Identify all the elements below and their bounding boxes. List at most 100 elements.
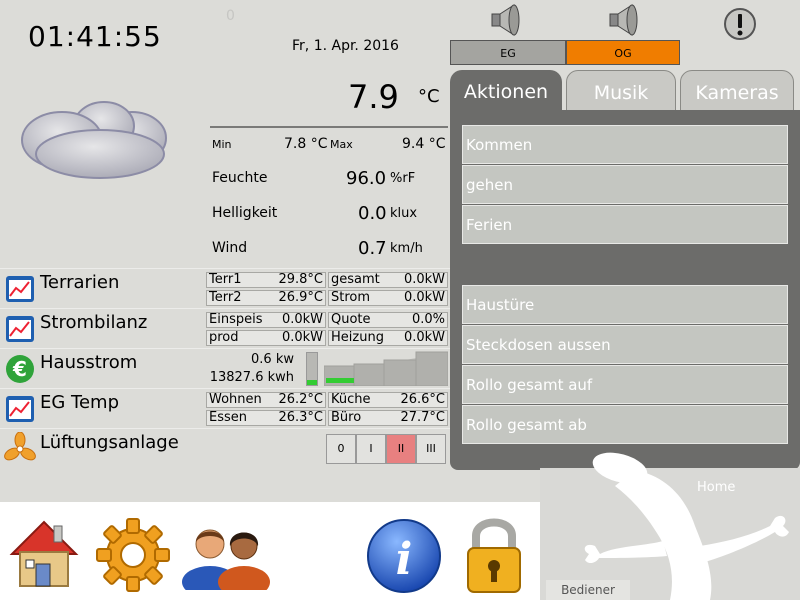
action-haustuere-button[interactable]: Haustüre [462,285,788,324]
action-steckdosen-button[interactable]: Steckdosen aussen [462,325,788,364]
terr1-cell: Terr1 29.8°C [206,272,326,288]
strom-label: Strom [331,290,371,305]
einspeis-label: Einspeis [209,312,263,327]
action-rollo-auf-button[interactable]: Rollo gesamt auf [462,365,788,404]
tab-aktionen[interactable]: Aktionen [450,70,562,112]
buero-value: 27.7°C [400,410,445,425]
wind-label: Wind [212,240,248,256]
gesamt-cell: gesamt 0.0kW [328,272,448,288]
lock-icon[interactable] [462,512,526,596]
settings-gear-icon[interactable] [94,516,172,594]
users-icon[interactable] [180,520,272,590]
humidity-label: Feuchte [212,170,268,186]
heizung-value: 0.0kW [403,330,445,345]
vent-level-1-button[interactable]: I [356,434,386,464]
wohnen-label: Wohnen [209,392,262,407]
sidebar-item-hausstrom[interactable]: € Hausstrom [4,350,204,388]
sidebar-item-lueftungsanlage[interactable]: Lüftungsanlage [4,430,204,468]
floor-eg-button[interactable]: EG [450,40,566,65]
brightness-unit: klux [390,206,418,221]
humidity-unit: %rF [390,171,416,186]
max-label: Max [330,138,353,151]
terr1-label: Terr1 [209,272,242,287]
hausstrom-energy: 13827.6 kwh [209,370,294,385]
svg-text:i: i [396,534,413,585]
sidebar-item-label: Strombilanz [40,312,148,333]
actions-panel: Kommen gehen Ferien Haustüre Steckdosen … [450,110,800,470]
sidebar-item-strombilanz[interactable]: Strombilanz [4,310,204,348]
heizung-cell: Heizung 0.0kW [328,330,448,346]
vent-level-0-button[interactable]: 0 [326,434,356,464]
fan-icon [4,432,36,461]
essen-label: Essen [209,410,247,425]
kueche-label: Küche [331,392,371,407]
wind-unit: km/h [390,241,423,256]
max-value: 9.4 °C [402,136,446,152]
quote-value: 0.0% [411,312,445,327]
essen-value: 26.3°C [278,410,323,425]
prod-label: prod [209,330,239,345]
brightness-label: Helligkeit [212,205,278,221]
date: Fr, 1. Apr. 2016 [292,38,399,54]
gesamt-label: gesamt [331,272,380,287]
gecko-logo-icon [584,452,789,600]
row-divider [0,388,450,389]
min-label: Min [212,138,232,151]
einspeis-cell: Einspeis 0.0kW [206,312,326,328]
clock: 01:41:55 [28,20,162,53]
sidebar-item-label: EG Temp [40,392,120,413]
weather-divider [210,126,448,128]
action-gehen-button[interactable]: gehen [462,165,788,204]
chart-icon [6,316,34,342]
sidebar-item-eg-temp[interactable]: EG Temp [4,390,204,428]
wohnen-value: 26.2°C [278,392,323,407]
tab-musik[interactable]: Musik [566,70,676,112]
action-ferien-button[interactable]: Ferien [462,205,788,244]
small-indicator: 0 [226,8,235,24]
wohnen-cell: Wohnen 26.2°C [206,392,326,408]
vent-level-3-button[interactable]: III [416,434,446,464]
floor-og-button[interactable]: OG [566,40,680,65]
kueche-value: 26.6°C [400,392,445,407]
chart-icon [6,396,34,422]
hausstrom-level-bars [324,351,448,386]
home-label[interactable]: Home [697,480,735,495]
buero-label: Büro [331,410,362,425]
humidity-value: 96.0 [346,168,387,189]
heizung-label: Heizung [331,330,384,345]
row-divider [0,268,450,269]
vent-level-2-button[interactable]: II [386,434,416,464]
info-icon[interactable]: i [364,516,444,596]
speaker-og-icon[interactable] [604,2,644,38]
hausstrom-power: 0.6 kw [251,352,294,367]
sidebar-item-label: Terrarien [40,272,120,293]
sidebar-item-terrarien[interactable]: Terrarien [4,270,204,308]
row-divider [0,348,450,349]
home-icon[interactable] [4,516,84,590]
brightness-value: 0.0 [358,203,387,224]
row-divider [0,428,450,429]
sidebar-item-label: Hausstrom [40,352,138,373]
prod-value: 0.0kW [281,330,323,345]
action-kommen-button[interactable]: Kommen [462,125,788,164]
buero-cell: Büro 27.7°C [328,410,448,426]
sidebar-item-label: Lüftungsanlage [40,432,179,453]
min-value: 7.8 °C [284,136,328,152]
gesamt-value: 0.0kW [403,272,445,287]
chart-icon [6,276,34,302]
hausstrom-level-fill [307,380,317,385]
terr2-value: 26.9°C [278,290,323,305]
kueche-cell: Küche 26.6°C [328,392,448,408]
terr2-cell: Terr2 26.9°C [206,290,326,306]
temperature-value: 7.9 [348,78,399,116]
essen-cell: Essen 26.3°C [206,410,326,426]
action-rollo-ab-button[interactable]: Rollo gesamt ab [462,405,788,444]
quote-cell: Quote 0.0% [328,312,448,328]
tab-kameras[interactable]: Kameras [680,70,794,112]
cloud-icon [21,101,167,179]
user-label: Bediener [546,580,630,600]
euro-icon: € [6,355,34,383]
alert-icon[interactable] [722,6,758,42]
speaker-eg-icon[interactable] [486,2,526,38]
quote-label: Quote [331,312,371,327]
